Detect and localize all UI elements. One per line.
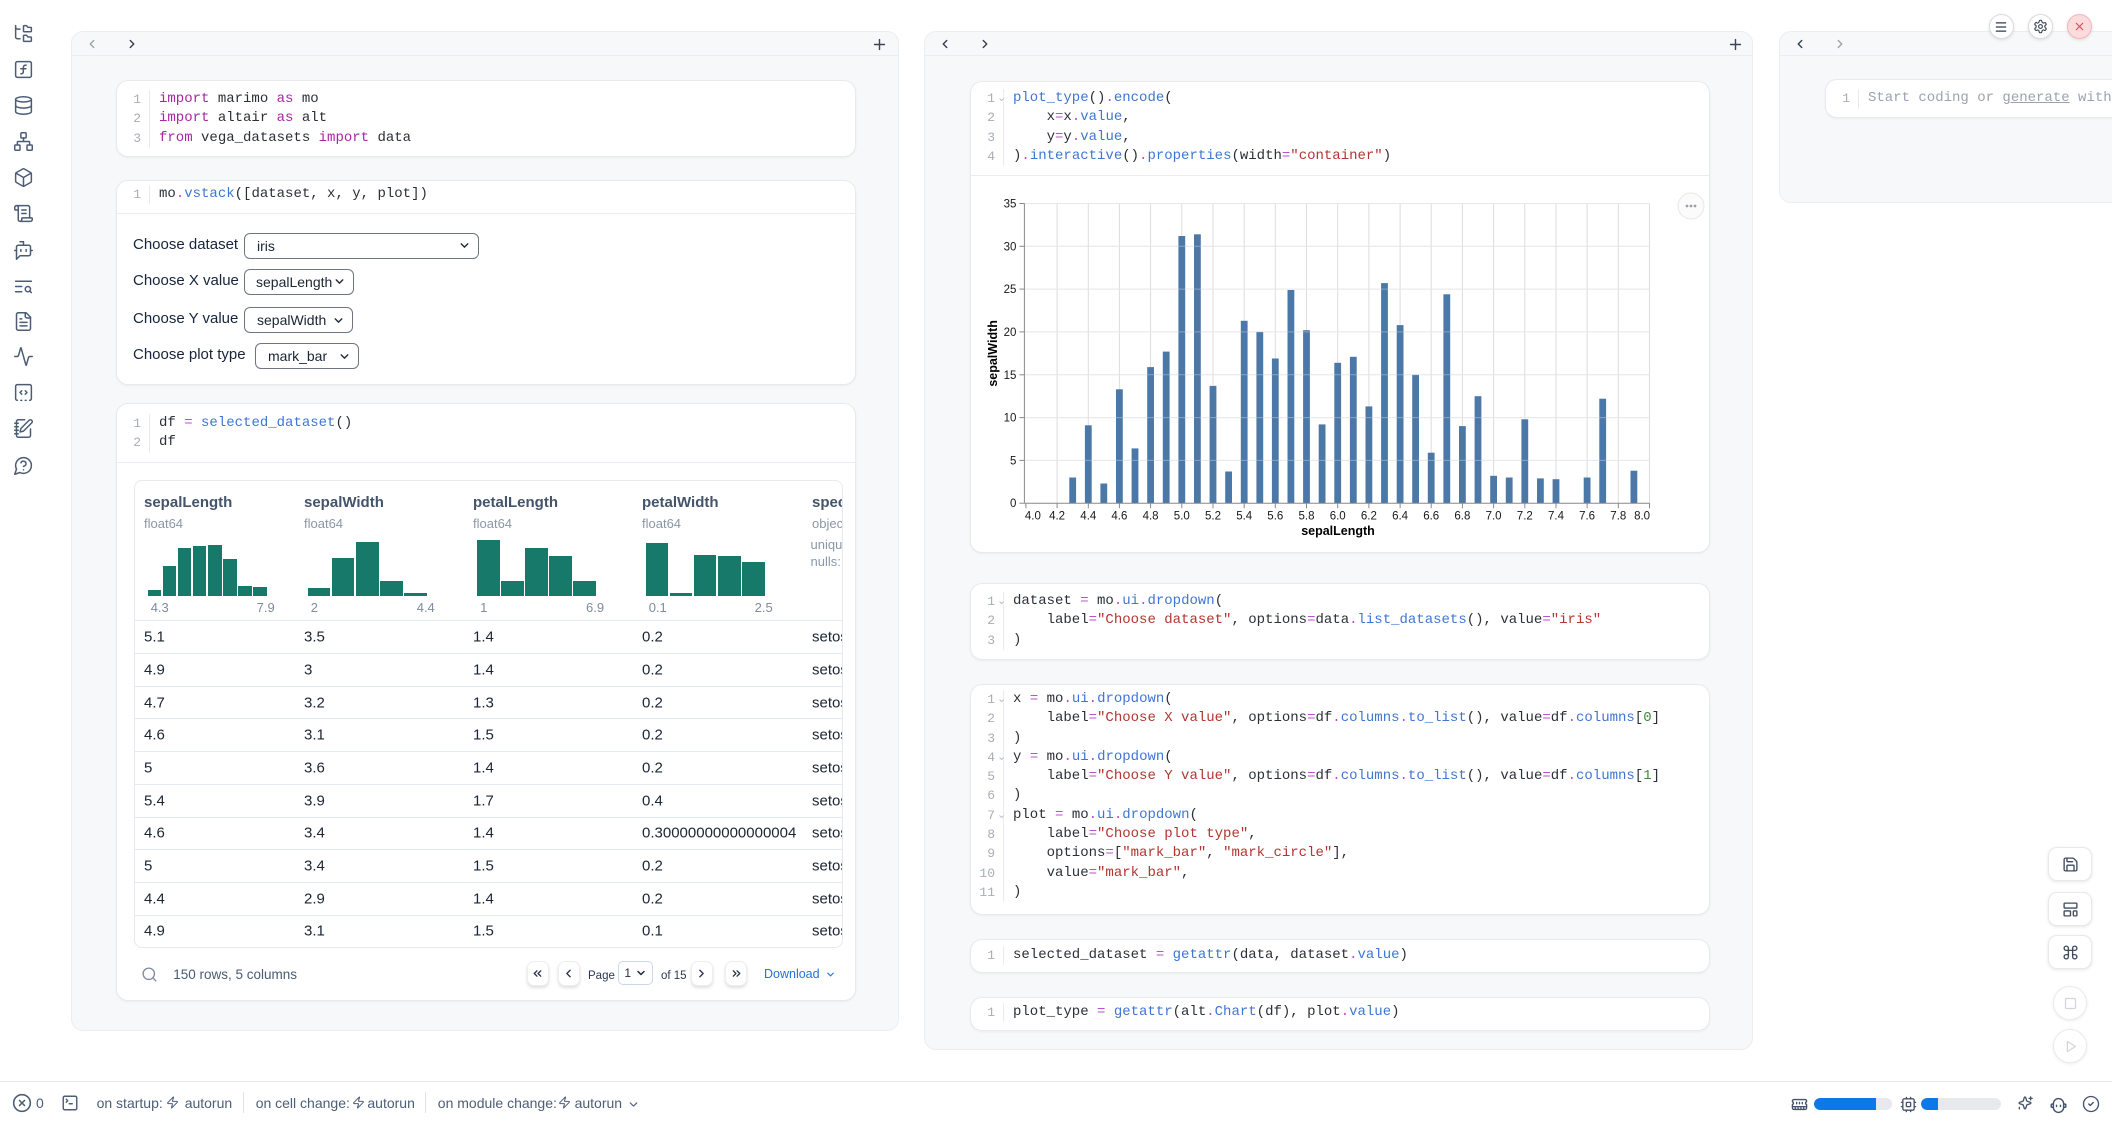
svg-text:8.0: 8.0 (1634, 511, 1650, 523)
svg-text:35: 35 (1004, 199, 1017, 211)
svg-text:5.4: 5.4 (1236, 511, 1253, 523)
svg-text:6.6: 6.6 (1423, 511, 1439, 523)
svg-text:0: 0 (1010, 498, 1016, 510)
svg-text:sepalWidth: sepalWidth (986, 320, 1000, 387)
svg-text:sepalLength: sepalLength (1301, 524, 1375, 538)
svg-text:4.4: 4.4 (1080, 511, 1097, 523)
svg-text:5: 5 (1010, 455, 1016, 467)
svg-text:7.0: 7.0 (1486, 511, 1502, 523)
svg-text:7.8: 7.8 (1610, 511, 1626, 523)
svg-text:5.6: 5.6 (1267, 511, 1283, 523)
svg-text:7.6: 7.6 (1579, 511, 1595, 523)
svg-text:6.2: 6.2 (1361, 511, 1377, 523)
svg-text:7.2: 7.2 (1517, 511, 1533, 523)
svg-text:15: 15 (1004, 370, 1017, 382)
svg-text:5.0: 5.0 (1174, 511, 1190, 523)
svg-text:4.6: 4.6 (1111, 511, 1127, 523)
svg-text:5.8: 5.8 (1299, 511, 1315, 523)
svg-text:30: 30 (1004, 241, 1017, 253)
svg-text:5.2: 5.2 (1205, 511, 1221, 523)
svg-text:6.8: 6.8 (1454, 511, 1470, 523)
svg-text:6.0: 6.0 (1330, 511, 1346, 523)
svg-text:20: 20 (1004, 327, 1017, 339)
svg-text:4.0: 4.0 (1025, 511, 1041, 523)
svg-text:7.4: 7.4 (1548, 511, 1565, 523)
svg-text:10: 10 (1004, 413, 1017, 425)
svg-text:4.8: 4.8 (1143, 511, 1159, 523)
svg-text:25: 25 (1004, 284, 1017, 296)
svg-text:4.2: 4.2 (1049, 511, 1065, 523)
svg-text:6.4: 6.4 (1392, 511, 1409, 523)
